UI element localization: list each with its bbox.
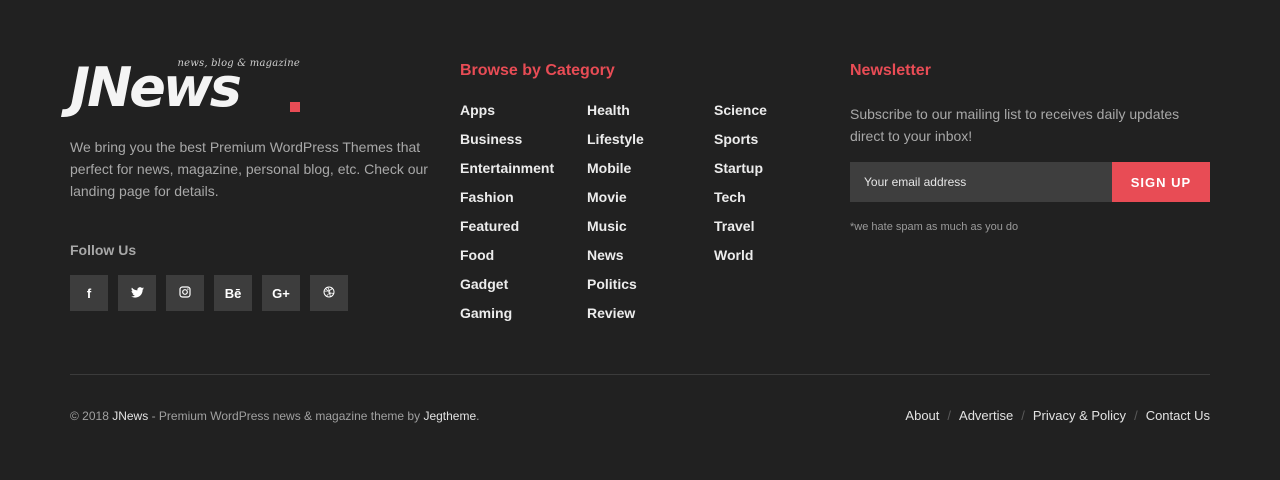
facebook-icon: f <box>86 285 92 301</box>
copyright-prefix: © 2018 <box>70 409 113 423</box>
follow-us-title: Follow Us <box>70 242 137 258</box>
logo[interactable]: news, blog & magazine JNews <box>70 58 310 118</box>
footer-divider <box>70 374 1210 375</box>
newsletter-title: Newsletter <box>850 62 931 79</box>
newsletter-text: Subscribe to our mailing list to receive… <box>850 106 1180 144</box>
nav-link-privacy-policy[interactable]: Privacy & Policy <box>1033 408 1126 423</box>
category-link-mobile[interactable]: Mobile <box>587 160 714 189</box>
category-link-gadget[interactable]: Gadget <box>460 276 587 305</box>
category-link-world[interactable]: World <box>714 247 767 276</box>
category-link-sports[interactable]: Sports <box>714 131 767 160</box>
categories-title: Browse by Category <box>460 62 615 79</box>
copyright-text: © 2018 JNews - Premium WordPress news & … <box>70 409 480 423</box>
category-link-lifestyle[interactable]: Lifestyle <box>587 131 714 160</box>
category-link-food[interactable]: Food <box>460 247 587 276</box>
dribbble-icon <box>323 286 335 301</box>
category-link-politics[interactable]: Politics <box>587 276 714 305</box>
google-plus-button[interactable]: G+ <box>262 275 300 311</box>
email-field[interactable] <box>850 162 1112 202</box>
category-grid: Apps Business Entertainment Fashion Feat… <box>460 102 820 334</box>
nav-link-advertise[interactable]: Advertise <box>959 408 1013 423</box>
nav-link-contact-us[interactable]: Contact Us <box>1146 408 1210 423</box>
copyright-suffix: . <box>476 409 480 423</box>
category-link-entertainment[interactable]: Entertainment <box>460 160 587 189</box>
category-link-apps[interactable]: Apps <box>460 102 587 131</box>
nav-separator: / <box>1134 408 1138 423</box>
category-link-tech[interactable]: Tech <box>714 189 767 218</box>
twitter-button[interactable] <box>118 275 156 311</box>
about-text: We bring you the best Premium WordPress … <box>70 139 428 199</box>
category-link-fashion[interactable]: Fashion <box>460 189 587 218</box>
sign-up-button[interactable]: SIGN UP <box>1112 162 1210 202</box>
footer-bottom-nav: About / Advertise / Privacy & Policy / C… <box>905 408 1210 423</box>
social-links: f Bē G+ <box>70 275 440 311</box>
category-link-business[interactable]: Business <box>460 131 587 160</box>
logo-dot <box>290 102 300 112</box>
copyright-middle: - Premium WordPress news & magazine them… <box>148 409 424 423</box>
nav-link-about[interactable]: About <box>905 408 939 423</box>
category-link-featured[interactable]: Featured <box>460 218 587 247</box>
footer-about: news, blog & magazine JNews We bring you… <box>70 58 440 311</box>
behance-icon: Bē <box>224 285 242 301</box>
dribbble-button[interactable] <box>310 275 348 311</box>
nav-separator: / <box>947 408 952 423</box>
category-link-startup[interactable]: Startup <box>714 160 767 189</box>
newsletter-form: SIGN UP <box>850 162 1210 202</box>
category-link-movie[interactable]: Movie <box>587 189 714 218</box>
category-link-travel[interactable]: Travel <box>714 218 767 247</box>
category-link-news[interactable]: News <box>587 247 714 276</box>
twitter-icon <box>130 286 144 301</box>
behance-button[interactable]: Bē <box>214 275 252 311</box>
footer-newsletter: Newsletter Subscribe to our mailing list… <box>850 62 1210 233</box>
copyright-author-link[interactable]: Jegtheme <box>423 409 476 423</box>
category-column-3: Science Sports Startup Tech Travel World <box>714 102 767 334</box>
site-footer: news, blog & magazine JNews We bring you… <box>0 0 1280 480</box>
nav-separator: / <box>1021 408 1025 423</box>
newsletter-note: *we hate spam as much as you do <box>850 221 1019 233</box>
facebook-button[interactable]: f <box>70 275 108 311</box>
copyright-brand-link[interactable]: JNews <box>112 409 148 423</box>
logo-word: JNews <box>70 56 242 119</box>
footer-categories: Browse by Category Apps Business Enterta… <box>460 62 820 334</box>
instagram-icon <box>179 285 191 301</box>
instagram-button[interactable] <box>166 275 204 311</box>
category-link-gaming[interactable]: Gaming <box>460 305 587 334</box>
category-link-science[interactable]: Science <box>714 102 767 131</box>
category-link-health[interactable]: Health <box>587 102 714 131</box>
category-link-review[interactable]: Review <box>587 305 714 334</box>
category-column-2: Health Lifestyle Mobile Movie Music News… <box>587 102 714 334</box>
google-plus-icon: G+ <box>272 285 290 301</box>
category-link-music[interactable]: Music <box>587 218 714 247</box>
category-column-1: Apps Business Entertainment Fashion Feat… <box>460 102 587 334</box>
